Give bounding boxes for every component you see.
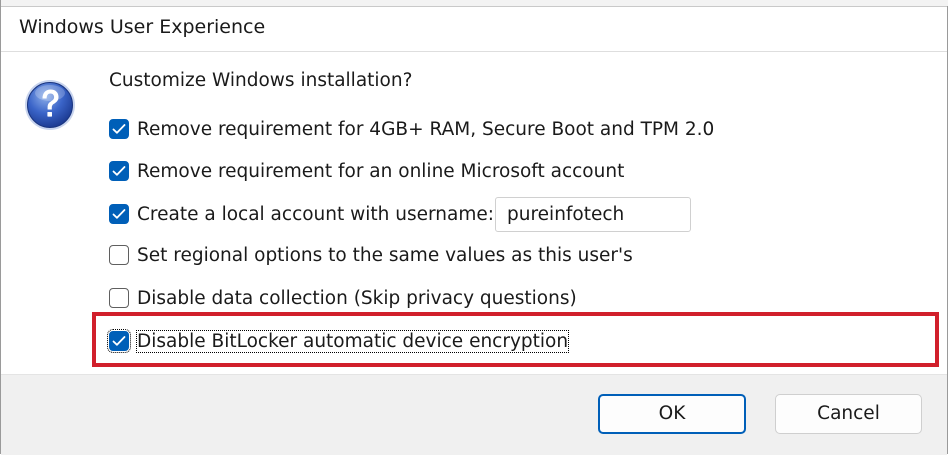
- checkbox-remove-hw-requirements[interactable]: [109, 119, 129, 139]
- title-bar[interactable]: Windows User Experience: [1, 6, 947, 52]
- checkbox-remove-online-account[interactable]: [109, 161, 129, 181]
- check-icon: [112, 336, 126, 346]
- checkbox-create-local-account[interactable]: [109, 204, 129, 224]
- option-create-local-account[interactable]: Create a local account with username:: [109, 202, 494, 226]
- dialog-window: Windows User Experience Customize Window…: [0, 0, 948, 455]
- window-title: Windows User Experience: [19, 16, 266, 38]
- option-label: Remove requirement for 4GB+ RAM, Secure …: [137, 118, 715, 140]
- dialog-prompt: Customize Windows installation?: [109, 70, 413, 91]
- checkbox-regional-settings[interactable]: [109, 245, 129, 265]
- check-icon: [112, 166, 126, 176]
- option-regional-settings[interactable]: Set regional options to the same values …: [109, 243, 633, 267]
- option-disable-data-collection[interactable]: Disable data collection (Skip privacy qu…: [109, 286, 577, 310]
- option-label: Create a local account with username:: [137, 203, 494, 225]
- option-disable-bitlocker[interactable]: Disable BitLocker automatic device encry…: [107, 329, 570, 353]
- check-icon: [112, 124, 126, 134]
- checkbox-disable-data-collection[interactable]: [109, 288, 129, 308]
- option-remove-online-account[interactable]: Remove requirement for an online Microso…: [109, 159, 624, 183]
- check-icon: [112, 209, 126, 219]
- username-input[interactable]: [495, 197, 691, 232]
- option-label: Disable BitLocker automatic device encry…: [135, 329, 570, 353]
- option-label: Set regional options to the same values …: [137, 244, 633, 266]
- checkbox-disable-bitlocker[interactable]: [107, 329, 131, 353]
- option-label: Disable data collection (Skip privacy qu…: [137, 287, 577, 309]
- option-remove-hw-requirements[interactable]: Remove requirement for 4GB+ RAM, Secure …: [109, 117, 714, 141]
- question-icon: [25, 80, 75, 130]
- ok-button[interactable]: OK: [598, 394, 746, 434]
- option-label: Remove requirement for an online Microso…: [137, 160, 625, 182]
- cancel-button[interactable]: Cancel: [775, 394, 922, 434]
